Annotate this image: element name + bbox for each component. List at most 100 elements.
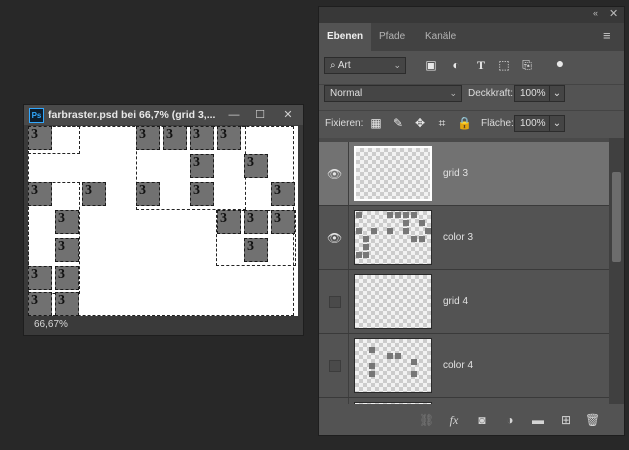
grid-cell: 3	[271, 182, 295, 206]
minimize-button[interactable]: —	[222, 105, 246, 125]
layer-visibility-toggle[interactable]: 👁	[319, 206, 349, 269]
layer-row-color-4[interactable]: color 4	[319, 334, 609, 398]
new-layer-icon[interactable]: ⊞	[559, 413, 573, 427]
layer-row-grid-3[interactable]: 👁 grid 3	[319, 142, 609, 206]
panel-header[interactable]: « ✕	[319, 7, 624, 23]
tab-layers[interactable]: Ebenen	[319, 23, 372, 51]
filter-row: ⌕ Art ⌄ ▣ ◐ T ⬚ ⎘ ●	[319, 56, 624, 82]
scrollbar-thumb[interactable]	[612, 172, 621, 262]
document-title: farbraster.psd bei 66,7% (grid 3,...	[48, 109, 216, 121]
panel-tabbar: Ebenen Pfade Kanäle ≡	[319, 23, 624, 51]
lock-label: Fixieren:	[325, 118, 364, 129]
fill-label: Fläche:	[481, 118, 514, 129]
panel-close-icon[interactable]: ✕	[609, 7, 618, 20]
photoshop-logo-icon: Ps	[29, 108, 44, 123]
grid-cell: 3	[217, 210, 241, 234]
grid-cell: 3	[28, 292, 52, 316]
search-icon: ⌕	[330, 60, 338, 71]
tab-paths[interactable]: Pfade	[371, 23, 413, 51]
grid-cell: 3	[136, 126, 160, 150]
grid-cell: 3	[271, 210, 295, 234]
eye-icon: 👁	[327, 231, 343, 245]
mask-icon[interactable]: ◙	[475, 413, 489, 427]
opacity-label: Deckkraft:	[468, 88, 514, 99]
zoom-level[interactable]: 66,67%	[28, 319, 104, 331]
fill-value: 100%	[520, 118, 546, 129]
grid-cell: 3	[244, 238, 268, 262]
layer-thumbnail	[354, 338, 432, 393]
layer-name: grid 4	[443, 296, 469, 307]
grid-cell: 3	[55, 292, 79, 316]
layer-row-grid-4[interactable]: grid 4	[319, 270, 609, 334]
group-folder-icon[interactable]: ▬	[531, 413, 545, 427]
layer-name: color 4	[443, 360, 474, 371]
layer-visibility-toggle[interactable]: 👁	[319, 142, 349, 205]
blend-row: Normal ⌄ Deckkraft: 100% ⌄	[319, 84, 624, 111]
layer-row-color-3[interactable]: 👁 color 3	[319, 206, 609, 270]
grid-cell: 3	[28, 182, 52, 206]
lock-position-move-icon[interactable]: ✥	[413, 116, 427, 130]
opacity-value: 100%	[520, 88, 546, 99]
grid-cell: 3	[28, 266, 52, 290]
lock-artboard-icon[interactable]: ⌗	[435, 116, 449, 130]
chevron-down-icon: ⌄	[552, 118, 562, 129]
tab-channels[interactable]: Kanäle	[417, 23, 464, 51]
document-canvas[interactable]: 3 3 3 3 3 3 3 3 3 3 3 3 3 3 3 3 3 3 3 3 …	[28, 126, 298, 316]
hidden-visibility-box	[329, 296, 341, 308]
grid-cell: 3	[28, 126, 52, 150]
collapse-icon[interactable]: «	[593, 8, 598, 18]
layer-name: grid 3	[443, 168, 469, 179]
grid-cell: 3	[244, 210, 268, 234]
filter-kind-value: Art	[337, 60, 351, 71]
maximize-button[interactable]: ☐	[248, 105, 272, 125]
grid-cell: 3	[190, 126, 214, 150]
filter-toggle-icon[interactable]: ●	[553, 56, 567, 70]
blend-mode-dropdown[interactable]: Normal ⌄	[324, 85, 462, 102]
trash-icon[interactable]: 🗑	[585, 413, 600, 427]
document-window: Ps farbraster.psd bei 66,7% (grid 3,... …	[23, 104, 304, 336]
adjustment-icon[interactable]: ◑	[503, 413, 517, 427]
layer-visibility-toggle[interactable]	[319, 270, 349, 333]
lock-image-brush-icon[interactable]: ✎	[391, 116, 405, 130]
lock-all-icon[interactable]: 🔒	[457, 116, 472, 130]
hidden-visibility-box	[329, 360, 341, 372]
fill-stepper[interactable]: ⌄	[549, 115, 565, 132]
document-titlebar[interactable]: Ps farbraster.psd bei 66,7% (grid 3,... …	[24, 105, 303, 125]
grid-cell: 3	[55, 238, 79, 262]
lock-row: Fixieren: ▦ ✎ ✥ ⌗ 🔒 Fläche: 100% ⌄	[319, 110, 624, 137]
layers-panel: « ✕ Ebenen Pfade Kanäle ≡ ⌕ Art ⌄ ▣ ◐ T …	[318, 6, 625, 436]
layers-bottom-bar: ⛓ fx ◙ ◑ ▬ ⊞ 🗑	[319, 407, 624, 435]
lock-transparency-icon[interactable]: ▦	[369, 116, 383, 130]
panel-menu-icon[interactable]: ≡	[603, 29, 611, 42]
layer-thumbnail	[354, 402, 432, 404]
blend-mode-value: Normal	[330, 88, 363, 99]
link-icon[interactable]: ⛓	[419, 413, 434, 427]
chevron-down-icon: ⌄	[393, 60, 401, 70]
layer-thumbnail	[354, 274, 432, 329]
close-button[interactable]: ✕	[276, 105, 300, 125]
grid-cell: 3	[190, 154, 214, 178]
layer-row-partial[interactable]	[319, 398, 609, 404]
adjustment-filter-icon[interactable]: ◐	[449, 58, 463, 72]
chevron-down-icon: ⌄	[552, 88, 562, 99]
smartobject-filter-icon[interactable]: ⎘	[520, 58, 534, 72]
grid-cell: 3	[55, 266, 79, 290]
grid-cell: 3	[190, 182, 214, 206]
filter-kind-dropdown[interactable]: ⌕ Art ⌄	[324, 57, 406, 74]
grid-cell: 3	[163, 126, 187, 150]
grid-cell: 3	[244, 154, 268, 178]
grid-cell: 3	[82, 182, 106, 206]
shape-filter-icon[interactable]: ⬚	[497, 58, 511, 72]
layer-thumbnail	[354, 146, 432, 201]
opacity-stepper[interactable]: ⌄	[549, 85, 565, 102]
type-filter-icon[interactable]: T	[474, 58, 488, 72]
layer-visibility-toggle[interactable]	[319, 398, 349, 404]
grid-cell: 3	[217, 126, 241, 150]
layer-visibility-toggle[interactable]	[319, 334, 349, 397]
layer-thumbnail	[354, 210, 432, 265]
eye-icon: 👁	[327, 167, 343, 181]
layers-vertical-scrollbar[interactable]	[609, 138, 624, 404]
horizontal-scrollbar[interactable]	[98, 319, 298, 331]
fx-icon[interactable]: fx	[447, 413, 461, 427]
image-filter-icon[interactable]: ▣	[424, 58, 438, 72]
